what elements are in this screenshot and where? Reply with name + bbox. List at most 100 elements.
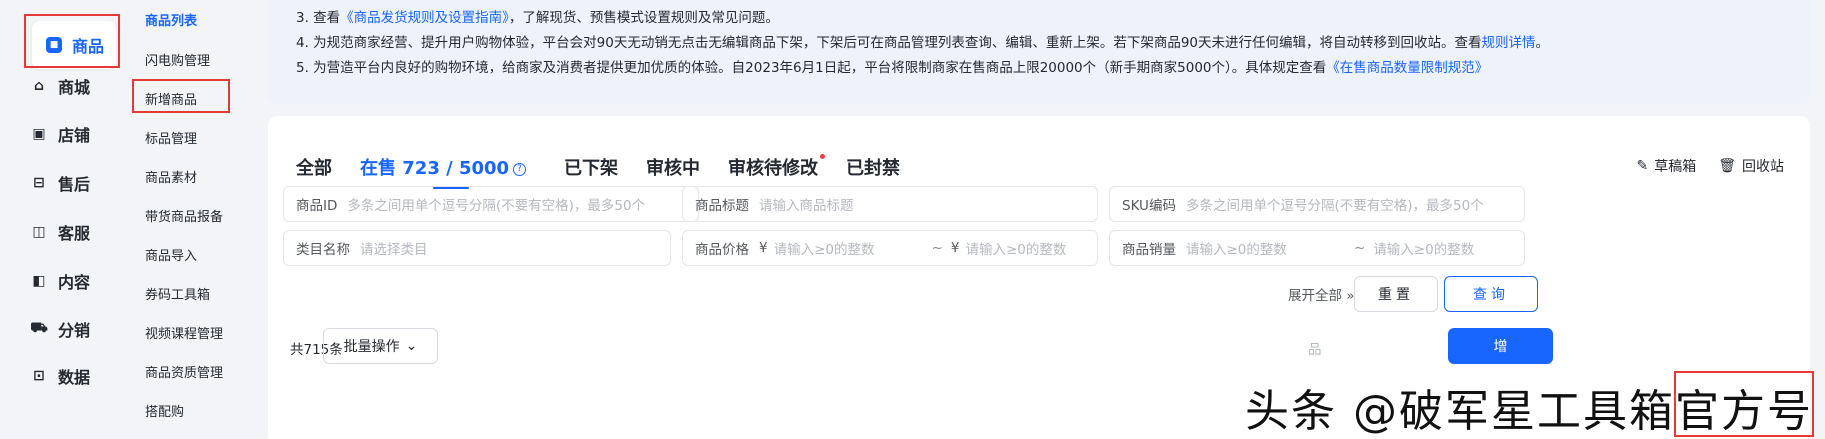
- price-max-placeholder: 请输入≥0的整数: [965, 242, 1067, 258]
- drafts-button[interactable]: ✎ 草稿箱: [1636, 156, 1696, 176]
- rule-details-link[interactable]: 规则详情: [1482, 35, 1536, 51]
- nav-item-distribution[interactable]: ⛟ 分销: [30, 309, 120, 349]
- price-label: 商品价格: [695, 242, 749, 258]
- submenu-item-material[interactable]: 商品素材: [145, 167, 197, 186]
- notice-line-4: 4. 为规范商家经营、提升用户购物体验，平台会对90天无动销无点击无编辑商品下架…: [296, 31, 1549, 51]
- book-icon: ◧: [32, 273, 46, 289]
- tab-banned[interactable]: 已封禁: [846, 154, 900, 180]
- category-field[interactable]: 类目名称 请选择类目: [283, 230, 671, 266]
- nav-item-label: 店铺: [58, 126, 91, 145]
- tab-all[interactable]: 全部: [296, 154, 332, 180]
- tab-pending-edit[interactable]: 审核待修改: [728, 154, 826, 180]
- tab-off-shelf[interactable]: 已下架: [564, 154, 618, 180]
- title-placeholder: 请输入商品标题: [759, 198, 854, 214]
- category-label: 类目名称: [296, 242, 350, 258]
- submenu-item-report[interactable]: 带货商品报备: [145, 206, 223, 225]
- nav-item-label: 商品: [72, 37, 105, 56]
- sales-min-placeholder: 请输入≥0的整数: [1186, 242, 1287, 258]
- top-actions: ✎ 草稿箱 🗑 回收站: [1636, 156, 1784, 176]
- price-range-field[interactable]: 商品价格 ¥ 请输入≥0的整数 ~ ¥ 请输入≥0的整数: [682, 230, 1098, 266]
- nav-item-data[interactable]: ⊡ 数据: [30, 356, 120, 396]
- nav-item-label: 售后: [58, 175, 91, 194]
- notice-text: 。: [1535, 35, 1550, 51]
- cart-icon: ⛟: [30, 320, 48, 336]
- product-id-placeholder: 多条之间用单个逗号分隔(不要有空格)，最多50个: [347, 198, 646, 214]
- toolbar-text: 品: [1308, 342, 1322, 358]
- tab-reviewing[interactable]: 审核中: [646, 154, 700, 180]
- currency-symbol: ¥: [759, 240, 768, 256]
- tab-on-sale-label: 在售 723 / 5000: [360, 158, 510, 179]
- title-field[interactable]: 商品标题 请输入商品标题: [682, 186, 1098, 222]
- sku-label: SKU编码: [1122, 198, 1176, 214]
- currency-symbol: ¥: [950, 240, 960, 256]
- expand-all-toggle[interactable]: 展开全部 »: [1288, 284, 1355, 304]
- range-separator: ~: [931, 240, 943, 256]
- shipping-guide-link[interactable]: 《商品发货规则及设置指南》: [340, 10, 509, 26]
- range-separator: ~: [1354, 240, 1366, 256]
- query-button[interactable]: 查询: [1444, 276, 1538, 312]
- submenu-item-qualification[interactable]: 商品资质管理: [145, 362, 223, 381]
- nav-item-goods[interactable]: ■ 商品: [32, 21, 116, 69]
- nav-item-label: 商城: [58, 78, 91, 97]
- trash-icon: 🗑: [1718, 158, 1736, 174]
- sales-range-field[interactable]: 商品销量 请输入≥0的整数 ~ 请输入≥0的整数: [1109, 230, 1525, 266]
- limit-rule-link[interactable]: 《在售商品数量限制规范》: [1326, 60, 1488, 76]
- submenu-item-flash[interactable]: 闪电购管理: [145, 50, 210, 69]
- notice-text: 4. 为规范商家经营、提升用户购物体验，平台会对90天无动销无点击无编辑商品下架…: [296, 35, 1482, 51]
- nav-item-label: 客服: [58, 224, 91, 243]
- batch-actions-dropdown[interactable]: 批量操作 ⌄: [323, 328, 438, 364]
- submenu-item-video[interactable]: 视频课程管理: [145, 323, 223, 342]
- notice-line-5: 5. 为营造平台内良好的购物环境，给商家及消费者提供更加优质的体验。自2023年…: [296, 56, 1488, 76]
- nav-item-label: 内容: [58, 273, 91, 292]
- expand-label: 展开全部: [1288, 288, 1342, 304]
- sku-field[interactable]: SKU编码 多条之间用单个逗号分隔(不要有空格)，最多50个: [1109, 186, 1525, 222]
- aftersale-icon: ⊟: [33, 175, 45, 191]
- tab-pending-edit-label: 审核待修改: [728, 158, 819, 179]
- nav-item-aftersale[interactable]: ⊟ 售后: [30, 163, 120, 203]
- bag-icon: ■: [46, 37, 62, 53]
- product-id-label: 商品ID: [296, 198, 338, 214]
- store-icon: ▣: [32, 126, 46, 142]
- help-icon[interactable]: ?: [513, 163, 527, 176]
- notification-dot: [820, 154, 826, 159]
- watermark: 头条 @破军星工具箱官方号: [1245, 386, 1813, 437]
- home-icon: ⌂: [33, 78, 45, 94]
- notice-line-3: 3. 查看《商品发货规则及设置指南》，了解现货、预售模式设置规则及常见问题。: [296, 6, 779, 26]
- submenu-item-product-list[interactable]: 商品列表: [145, 10, 197, 29]
- batch-label: 批量操作: [343, 339, 400, 355]
- chart-icon: ⊡: [33, 368, 45, 384]
- nav-item-mall[interactable]: ⌂ 商城: [30, 66, 120, 106]
- title-label: 商品标题: [695, 198, 749, 214]
- sku-placeholder: 多条之间用单个逗号分隔(不要有空格)，最多50个: [1185, 198, 1484, 214]
- category-placeholder: 请选择类目: [360, 242, 428, 258]
- reset-button[interactable]: 重置: [1354, 276, 1438, 312]
- submenu-item-coupon[interactable]: 券码工具箱: [145, 284, 210, 303]
- product-id-field[interactable]: 商品ID 多条之间用单个逗号分隔(不要有空格)，最多50个: [283, 186, 699, 222]
- add-product-button[interactable]: 增: [1448, 328, 1553, 364]
- sales-max-placeholder: 请输入≥0的整数: [1373, 242, 1475, 258]
- nav-item-service[interactable]: ◫ 客服: [30, 212, 120, 252]
- submenu-item-standard[interactable]: 标品管理: [145, 128, 197, 147]
- drafts-label: 草稿箱: [1654, 159, 1697, 175]
- recycle-bin-button[interactable]: 🗑 回收站: [1718, 156, 1784, 176]
- price-min-placeholder: 请输入≥0的整数: [773, 242, 875, 258]
- notice-text: 3. 查看: [296, 10, 341, 26]
- nav-item-content[interactable]: ◧ 内容: [30, 261, 120, 301]
- sales-label: 商品销量: [1122, 242, 1176, 258]
- chevron-down-icon: ⌄: [405, 338, 418, 354]
- tab-on-sale[interactable]: 在售 723 / 5000?: [360, 154, 527, 180]
- chat-icon: ◫: [32, 224, 46, 240]
- nav-item-label: 分销: [58, 321, 91, 340]
- notice-text: 5. 为营造平台内良好的购物环境，给商家及消费者提供更加优质的体验。自2023年…: [296, 60, 1327, 76]
- secondary-nav: 商品列表 闪电购管理 新增商品 标品管理 商品素材 带货商品报备 商品导入 券码…: [130, 0, 258, 439]
- primary-nav: ■ 商品 ⌂ 商城 ▣ 店铺 ⊟ 售后 ◫ 客服 ◧ 内容 ⛟ 分销 ⊡ 数据: [0, 0, 130, 439]
- nav-item-label: 数据: [58, 368, 91, 387]
- notice-card: 3. 查看《商品发货规则及设置指南》，了解现货、预售模式设置规则及常见问题。 4…: [268, 0, 1810, 104]
- submenu-item-add-product[interactable]: 新增商品: [145, 89, 197, 108]
- recycle-label: 回收站: [1742, 159, 1784, 175]
- submenu-item-bundle[interactable]: 搭配购: [145, 401, 184, 420]
- submenu-item-import[interactable]: 商品导入: [145, 245, 197, 264]
- nav-item-store[interactable]: ▣ 店铺: [30, 114, 120, 154]
- notice-text: ，了解现货、预售模式设置规则及常见问题。: [508, 10, 779, 26]
- status-tabs: 全部 在售 723 / 5000? 已下架 审核中 审核待修改 已封禁: [296, 154, 928, 180]
